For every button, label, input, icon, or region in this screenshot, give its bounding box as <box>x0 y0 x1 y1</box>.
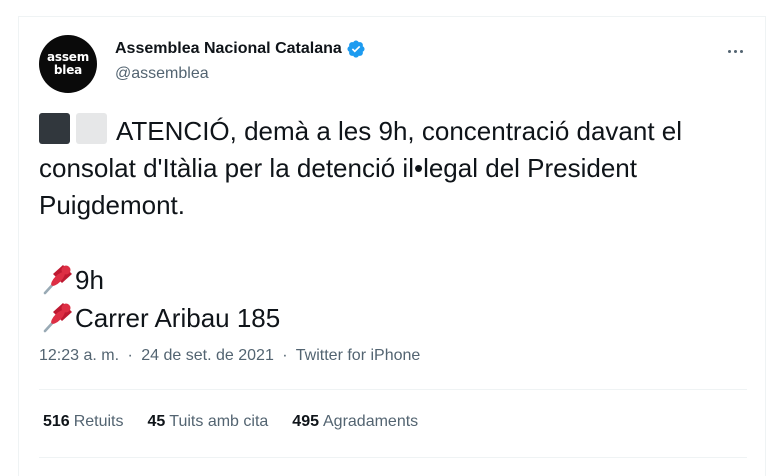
tweet-date[interactable]: 24 de set. de 2021 <box>141 347 274 364</box>
pushpin-icon <box>43 265 72 295</box>
quote-tweets-label: Tuits amb cita <box>169 413 269 430</box>
quote-tweets-count: 45 <box>147 413 166 430</box>
more-dot <box>739 49 743 53</box>
white-square-icon <box>76 113 107 144</box>
likes-label: Agradaments <box>323 413 419 430</box>
display-name[interactable]: Assemblea Nacional Catalana <box>115 40 342 58</box>
more-dot <box>733 49 737 53</box>
tweet-line-1-text: ATENCIÓ, demà a les 9h, concentració dav… <box>116 116 683 146</box>
tweet-time[interactable]: 12:23 a. m. <box>39 347 119 364</box>
verified-badge-icon <box>347 40 365 58</box>
pin-text-1: 9h <box>75 265 104 295</box>
handle[interactable]: @assemblea <box>115 65 366 83</box>
likes-count: 495 <box>292 413 319 430</box>
display-name-row: Assemblea Nacional Catalana <box>115 39 366 59</box>
divider <box>39 457 747 458</box>
tweet-meta: 12:23 a. m. · 24 de set. de 2021 · Twitt… <box>39 347 420 365</box>
pushpin-icon <box>43 303 72 333</box>
retweets-count: 516 <box>43 413 70 430</box>
divider <box>39 389 747 390</box>
tweet-source[interactable]: Twitter for iPhone <box>296 347 421 364</box>
more-dot <box>727 49 731 53</box>
meta-separator: · <box>127 347 133 364</box>
tweet-line-1: ATENCIÓ, demà a les 9h, concentració dav… <box>39 113 759 150</box>
tweet-line-2: consolat d'Itàlia per la detenció il•leg… <box>39 153 637 183</box>
tweet-pin-line-2: Carrer Aribau 185 <box>39 299 759 337</box>
pin-text-2: Carrer Aribau 185 <box>75 303 281 333</box>
black-square-icon <box>39 113 70 144</box>
avatar[interactable]: assem blea <box>39 35 97 93</box>
tweet-line-3: Puigdemont. <box>39 190 185 220</box>
retweets-stat[interactable]: 516 Retuits <box>43 413 124 431</box>
tweet-stats: 516 Retuits 45 Tuits amb cita 495 Agradamen… <box>43 413 418 431</box>
tweet-header: assem blea Assemblea Nacional Catalana @… <box>39 35 749 95</box>
more-options-icon[interactable] <box>721 41 749 61</box>
tweet-card: assem blea Assemblea Nacional Catalana @… <box>18 16 766 476</box>
quote-tweets-stat[interactable]: 45 Tuits amb cita <box>148 413 269 431</box>
meta-separator: · <box>282 347 288 364</box>
tweet-text: ATENCIÓ, demà a les 9h, concentració dav… <box>39 113 759 337</box>
author-names: Assemblea Nacional Catalana @assemblea <box>115 39 366 83</box>
avatar-text-line2: blea <box>53 63 83 77</box>
tweet-pin-line-1: 9h <box>39 261 759 299</box>
retweets-label: Retuits <box>73 413 124 430</box>
likes-stat[interactable]: 495 Agradaments <box>292 413 418 431</box>
